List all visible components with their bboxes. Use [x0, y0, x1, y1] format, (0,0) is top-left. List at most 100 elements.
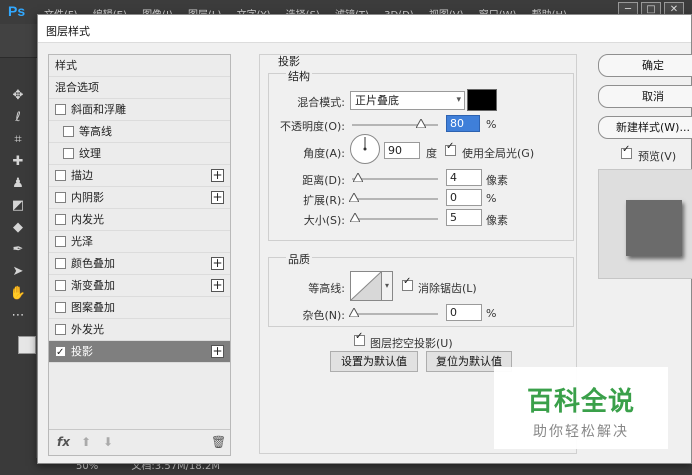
outer-glow-checkbox[interactable]	[55, 324, 66, 335]
list-item-color-overlay[interactable]: 颜色叠加 +	[49, 253, 230, 275]
pattern-overlay-checkbox[interactable]	[55, 302, 66, 313]
inner-shadow-add-icon[interactable]: +	[211, 191, 224, 204]
hand-tool-icon[interactable]: ✋	[8, 284, 28, 304]
blending-options-label: 混合选项	[55, 81, 99, 94]
angle-label: 角度(A):	[303, 147, 345, 160]
blending-options-row[interactable]: 混合选项	[49, 77, 230, 99]
stamp-tool-icon[interactable]: ♟	[8, 174, 28, 194]
gradient-overlay-add-icon[interactable]: +	[211, 279, 224, 292]
stroke-checkbox[interactable]	[55, 170, 66, 181]
list-item-bevel[interactable]: 斜面和浮雕	[49, 99, 230, 121]
list-item-stroke[interactable]: 描边 +	[49, 165, 230, 187]
style-list-footer: fx ⬆ ⬇ 🗑	[49, 429, 230, 455]
preview-checkbox[interactable]	[621, 144, 632, 159]
move-up-icon[interactable]: ⬆	[81, 435, 91, 449]
watermark-subtitle: 助你轻松解决	[533, 424, 629, 440]
anti-alias-checkbox[interactable]	[402, 276, 413, 291]
drop-shadow-title: 投影	[278, 55, 300, 68]
make-default-button[interactable]: 设置为默认值	[330, 351, 418, 372]
list-item-drop-shadow[interactable]: 投影 +	[49, 341, 230, 363]
list-item-inner-glow[interactable]: 内发光	[49, 209, 230, 231]
distance-input[interactable]: 4	[446, 169, 482, 186]
opacity-label: 不透明度(O):	[280, 120, 345, 133]
opacity-input[interactable]: 80	[446, 115, 480, 132]
drop-shadow-checkbox[interactable]	[55, 342, 66, 363]
list-item-contour[interactable]: 等高线	[49, 121, 230, 143]
opacity-slider-thumb[interactable]	[415, 119, 426, 128]
contour-picker[interactable]	[350, 271, 382, 301]
anti-alias-label: 消除锯齿(L)	[418, 282, 477, 295]
move-down-icon[interactable]: ⬇	[103, 435, 113, 449]
noise-slider-thumb[interactable]	[349, 308, 359, 317]
global-light-checkbox[interactable]	[445, 141, 456, 156]
angle-unit: 度	[426, 147, 437, 160]
move-tool-icon[interactable]: ✥	[8, 86, 28, 106]
shadow-color-swatch[interactable]	[467, 89, 497, 111]
cancel-button[interactable]: 取消	[598, 85, 692, 108]
list-item-gradient-overlay[interactable]: 渐变叠加 +	[49, 275, 230, 297]
contour-label: 等高线:	[308, 282, 345, 295]
chevron-down-icon: ▾	[456, 95, 461, 105]
pen-tool-icon[interactable]: ✒	[8, 240, 28, 260]
ok-button[interactable]: 确定	[598, 54, 692, 77]
list-item-outer-glow[interactable]: 外发光	[49, 319, 230, 341]
blur-tool-icon[interactable]: ◆	[8, 218, 28, 238]
crop-tool-icon[interactable]: ⌗	[8, 130, 28, 150]
app-logo: Ps	[8, 3, 26, 19]
color-overlay-add-icon[interactable]: +	[211, 257, 224, 270]
new-style-button[interactable]: 新建样式(W)...	[598, 116, 692, 139]
size-slider[interactable]	[352, 218, 438, 220]
size-unit: 像素	[486, 214, 508, 227]
styles-header[interactable]: 样式	[49, 55, 230, 77]
dialog-title: 图层样式	[46, 25, 90, 38]
more-tools-icon[interactable]: ⋯	[8, 306, 28, 326]
angle-input[interactable]: 90	[384, 142, 420, 159]
spread-input[interactable]: 0	[446, 189, 482, 206]
inner-glow-checkbox[interactable]	[55, 214, 66, 225]
spread-unit: %	[486, 192, 497, 205]
list-item-satin[interactable]: 光泽	[49, 231, 230, 253]
distance-slider-thumb[interactable]	[353, 173, 363, 182]
satin-checkbox[interactable]	[55, 236, 66, 247]
blend-mode-select[interactable]: 正片叠底 ▾	[350, 91, 465, 110]
healing-tool-icon[interactable]: ✚	[8, 152, 28, 172]
drop-shadow-add-icon[interactable]: +	[211, 345, 224, 358]
bevel-checkbox[interactable]	[55, 104, 66, 115]
color-overlay-label: 颜色叠加	[71, 257, 115, 270]
outer-glow-label: 外发光	[71, 323, 104, 336]
inner-shadow-checkbox[interactable]	[55, 192, 66, 203]
style-preview	[598, 169, 692, 279]
bevel-label: 斜面和浮雕	[71, 103, 126, 116]
tools-panel: ✥ ℓ ⌗ ✚ ♟ ◩ ◆ ✒ ➤ ✋ ⋯	[0, 58, 36, 475]
texture-checkbox[interactable]	[63, 148, 74, 159]
lasso-tool-icon[interactable]: ℓ	[8, 108, 28, 128]
eraser-tool-icon[interactable]: ◩	[8, 196, 28, 216]
noise-slider[interactable]	[352, 313, 438, 315]
size-slider-thumb[interactable]	[350, 213, 360, 222]
global-light-label: 使用全局光(G)	[462, 147, 535, 160]
list-item-inner-shadow[interactable]: 内阴影 +	[49, 187, 230, 209]
contour-dropdown-icon[interactable]: ▾	[382, 271, 393, 301]
selection-arrow-icon[interactable]: ➤	[8, 262, 28, 282]
trash-icon[interactable]: 🗑	[211, 435, 226, 449]
list-item-pattern-overlay[interactable]: 图案叠加	[49, 297, 230, 319]
knockout-checkbox[interactable]	[354, 331, 365, 346]
list-item-texture[interactable]: 纹理	[49, 143, 230, 165]
noise-input[interactable]: 0	[446, 304, 482, 321]
foreground-color-swatch[interactable]	[18, 336, 36, 354]
quality-title: 品质	[286, 251, 312, 267]
size-input[interactable]: 5	[446, 209, 482, 226]
angle-dial[interactable]	[350, 134, 380, 164]
stroke-add-icon[interactable]: +	[211, 169, 224, 182]
dialog-titlebar: 图层样式	[38, 15, 691, 43]
inner-shadow-label: 内阴影	[71, 191, 104, 204]
contour-checkbox[interactable]	[63, 126, 74, 137]
fx-icon[interactable]: fx	[57, 435, 70, 449]
distance-slider[interactable]	[352, 178, 438, 180]
color-overlay-checkbox[interactable]	[55, 258, 66, 269]
spread-slider-thumb[interactable]	[349, 193, 359, 202]
gradient-overlay-checkbox[interactable]	[55, 280, 66, 291]
styles-header-label: 样式	[55, 59, 77, 72]
noise-label: 杂色(N):	[302, 309, 345, 322]
spread-slider[interactable]	[352, 198, 438, 200]
